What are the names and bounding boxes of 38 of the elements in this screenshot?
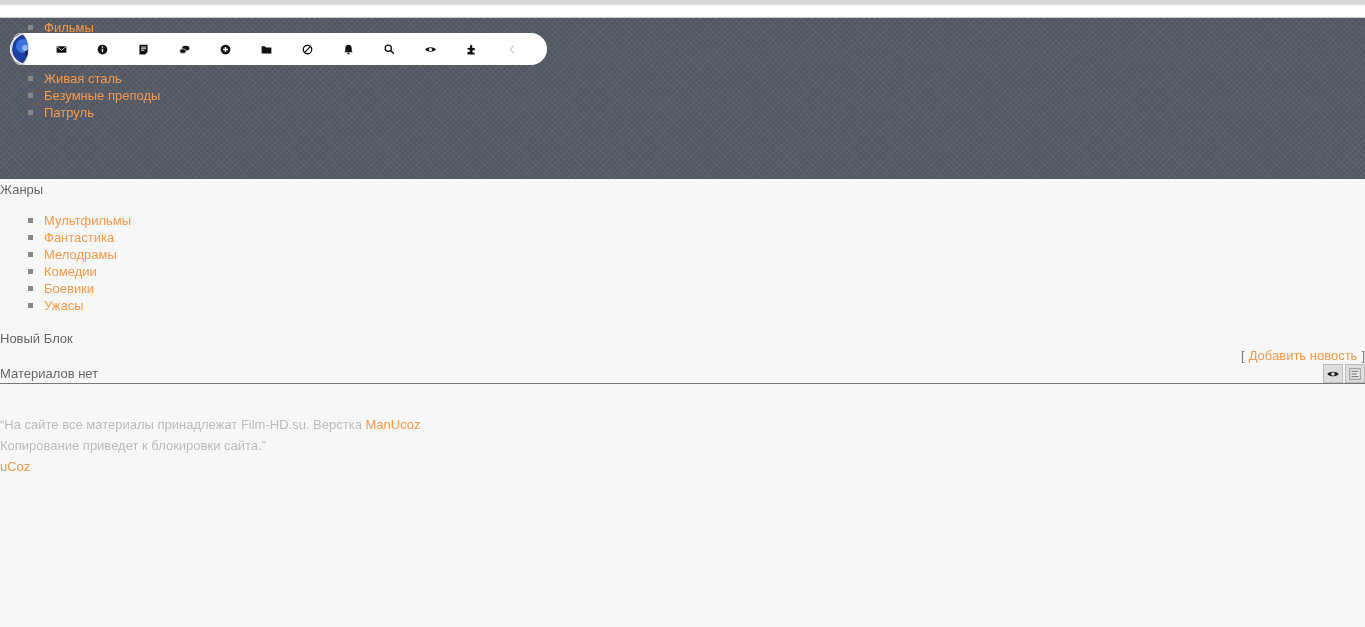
block-title: Жанры (0, 181, 45, 198)
note-icon[interactable] (137, 42, 150, 56)
genre-link[interactable]: Комедии (44, 263, 97, 280)
copyright-text: “На сайте все материалы принадлежат Film-HD.su. Верстка (0, 417, 362, 432)
bullet-icon (28, 76, 33, 81)
bullet-icon (28, 252, 33, 257)
empty-text: Материалов нет (0, 365, 99, 383)
bullet-icon (28, 25, 33, 30)
eye-icon[interactable] (1323, 364, 1343, 383)
menu-link[interactable]: Живая сталь (44, 70, 122, 87)
bullet-icon (28, 110, 33, 115)
menu-link[interactable]: Фильмы (44, 19, 94, 36)
genre-link[interactable]: Ужасы (44, 297, 84, 314)
bullet-icon (28, 93, 33, 98)
bullet-icon (28, 269, 33, 274)
menu-link[interactable]: Безумные преподы (44, 87, 161, 104)
genre-link[interactable]: Фантастика (44, 229, 115, 246)
author-link[interactable]: ManUcoz (365, 417, 421, 432)
bell-icon[interactable] (342, 42, 355, 56)
copyright-text: Копирование приведет к блокировки сайта.” (0, 438, 266, 453)
genre-link[interactable]: Мультфильмы (44, 212, 132, 229)
search-icon[interactable] (383, 42, 396, 56)
prohibited-icon[interactable] (301, 42, 314, 56)
bullet-icon (28, 286, 33, 291)
plus-icon[interactable] (219, 42, 232, 56)
bullet-icon (28, 218, 33, 223)
block-title: Новый Блок (0, 330, 74, 347)
bullet-icon (28, 303, 33, 308)
add-news-link[interactable]: Добавить новость (1248, 348, 1358, 363)
avatar[interactable] (11, 33, 29, 65)
info-icon[interactable] (96, 42, 109, 56)
menu-link[interactable]: Патруль (44, 104, 94, 121)
bracket-text: [ (1241, 348, 1245, 363)
genre-link[interactable]: Боевики (44, 280, 95, 297)
bullet-icon (28, 235, 33, 240)
ucoz-link[interactable]: uCoz (0, 459, 31, 474)
bracket-text: ] (1361, 348, 1365, 363)
genre-link[interactable]: Мелодрамы (44, 246, 117, 263)
